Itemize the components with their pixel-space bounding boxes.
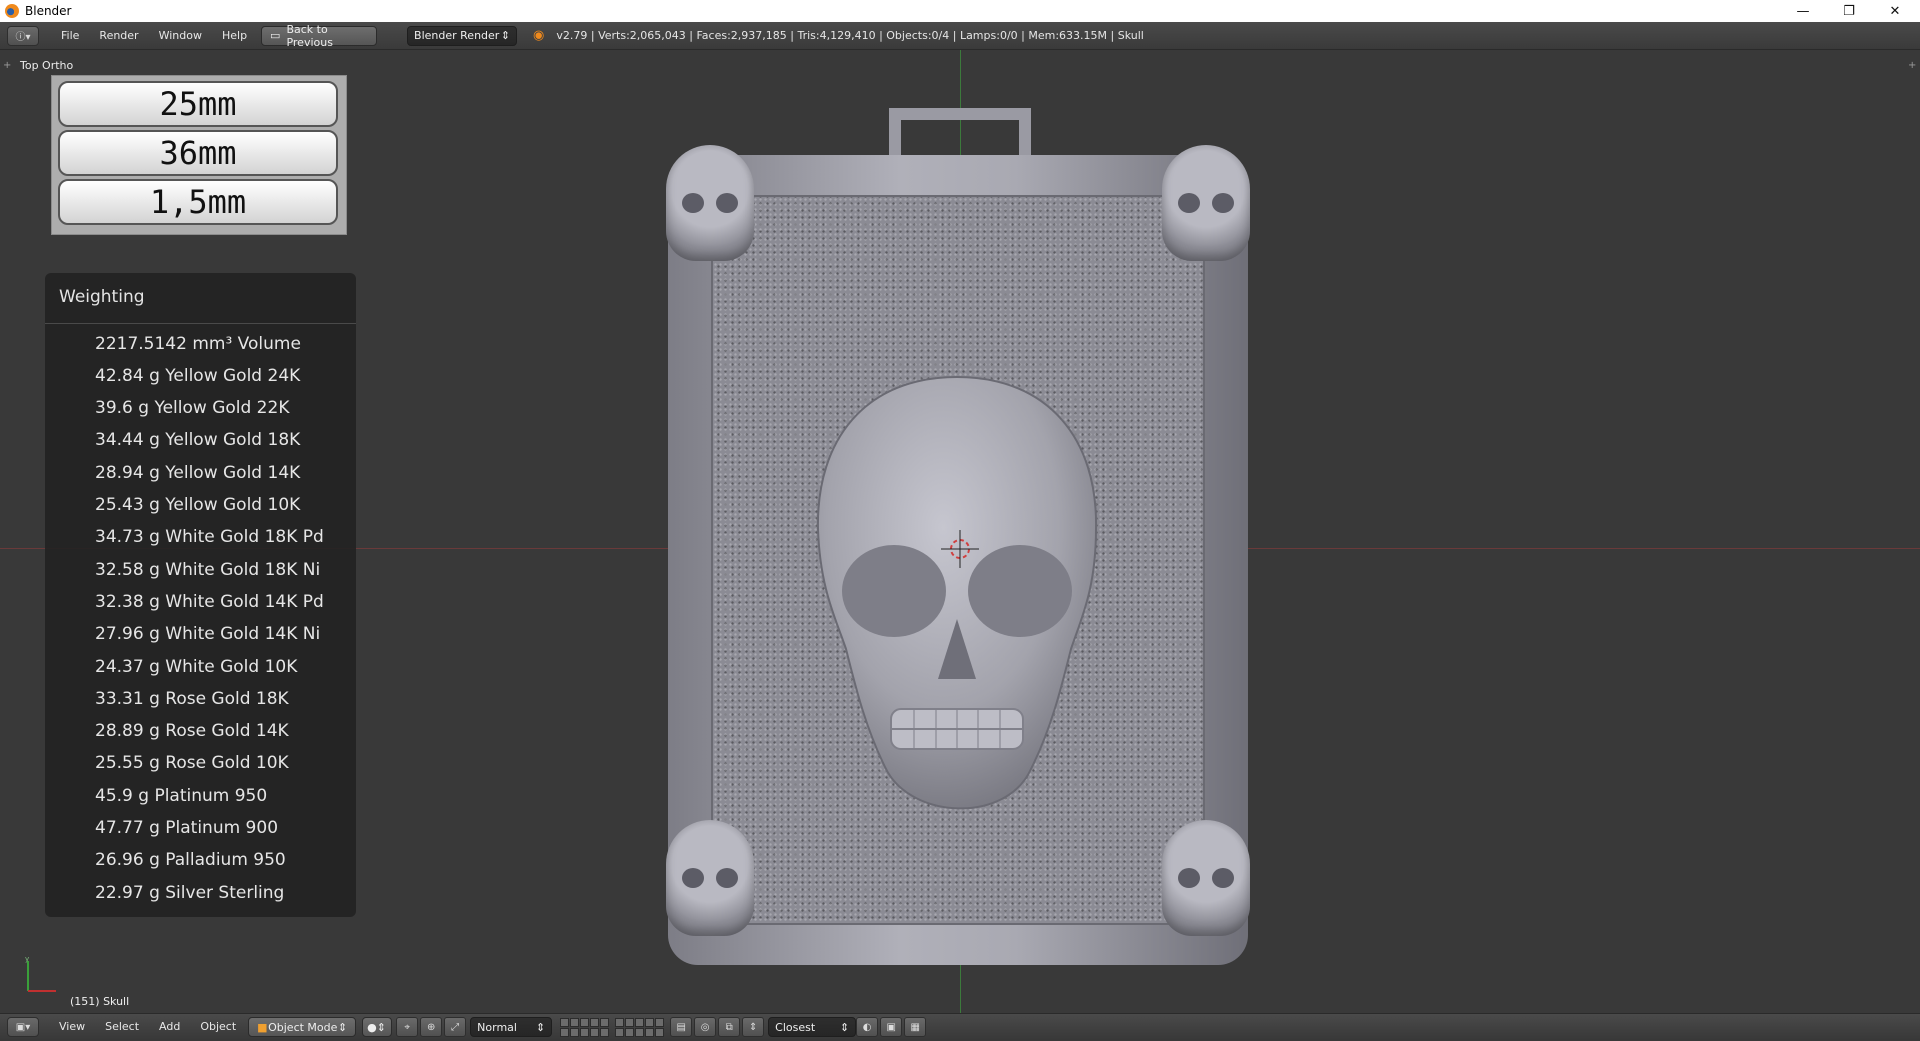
weight-row: 33.31 g Rose Gold 18K — [95, 689, 289, 709]
menu-window[interactable]: Window — [149, 22, 212, 50]
view3d-header: ▣▾ View Select Add Object ■ Object Mode … — [0, 1013, 1920, 1040]
weight-row: 28.94 g Yellow Gold 14K — [95, 463, 301, 483]
3d-cursor-icon[interactable] — [941, 530, 979, 568]
updown-arrow-icon: ⇕ — [535, 1020, 546, 1034]
close-button[interactable]: ✕ — [1872, 0, 1918, 22]
snap-toggle-icon[interactable]: ⧉ — [718, 1017, 741, 1037]
menu-render[interactable]: Render — [89, 22, 148, 50]
manipulator-icon: ⊕ — [426, 1021, 436, 1033]
arrows-icon: ⤢ — [451, 1021, 460, 1033]
weight-row: 32.38 g White Gold 14K Pd — [95, 592, 324, 612]
weighting-title: Weighting — [59, 287, 145, 307]
editor-type-selector[interactable]: ⓘ▾ — [7, 25, 39, 46]
weight-row: 45.9 g Platinum 950 — [95, 786, 268, 806]
back-to-previous-label: Back to Previous — [286, 22, 333, 49]
viewport-icon: ▣▾ — [15, 1021, 31, 1033]
corner-skull-top-right[interactable] — [1162, 145, 1250, 261]
weight-row: 26.96 g Palladium 950 — [95, 850, 286, 870]
weight-row: 25.43 g Yellow Gold 10K — [95, 495, 301, 515]
active-object-label: (151) Skull — [70, 995, 130, 1008]
render-preview-icon[interactable]: ◐ — [856, 1017, 879, 1037]
mode-value: Object Mode — [268, 1020, 338, 1034]
manipulator-toggle[interactable]: ⊕ — [420, 1017, 443, 1037]
layer-lock-icon[interactable]: ▤ — [670, 1017, 693, 1037]
updown-arrow-icon: ⇕ — [500, 29, 511, 42]
mode-select[interactable]: ■ Object Mode ⇕ — [248, 1017, 357, 1037]
object-mode-icon: ■ — [257, 1020, 268, 1034]
menu-file[interactable]: File — [51, 22, 89, 50]
menu-select[interactable]: Select — [95, 1013, 149, 1041]
minimize-button[interactable]: — — [1780, 0, 1826, 22]
orientation-select[interactable]: Normal ⇕ — [470, 1017, 553, 1037]
menu-view[interactable]: View — [49, 1013, 95, 1041]
solid-sphere-icon: ●⇕ — [367, 1020, 386, 1034]
proportional-edit-icon[interactable]: ◎ — [694, 1017, 717, 1037]
dimensions-panel: 25mm 36mm 1,5mm — [51, 75, 347, 235]
weight-row: 42.84 g Yellow Gold 24K — [95, 366, 301, 386]
volume-row: 2217.5142 mm³ Volume — [95, 334, 301, 354]
corner-skull-bottom-right[interactable] — [1162, 820, 1250, 936]
blender-stats-icon: ◉ — [533, 28, 545, 43]
main-skull-relief[interactable] — [806, 369, 1108, 839]
weight-row: 22.97 g Silver Sterling — [95, 883, 285, 903]
weight-row: 34.73 g White Gold 18K Pd — [95, 527, 324, 547]
weight-row: 28.89 g Rose Gold 14K — [95, 721, 289, 741]
snap-target-select[interactable]: Closest ⇕ — [768, 1017, 857, 1037]
editor-type-selector[interactable]: ▣▾ — [7, 1017, 39, 1037]
pivot-icon: ⌖ — [404, 1021, 410, 1033]
snap-target-value: Closest — [775, 1020, 816, 1034]
weight-row: 24.37 g White Gold 10K — [95, 657, 298, 677]
title-bar: Blender — ❐ ✕ — [0, 0, 1920, 22]
screen-icon: ▭ — [270, 29, 281, 42]
dimension-thickness[interactable]: 1,5mm — [58, 179, 338, 225]
weight-row: 32.58 g White Gold 18K Ni — [95, 560, 321, 580]
view-label: Top Ortho — [20, 59, 74, 72]
updown-arrow-icon: ⇕ — [839, 1020, 850, 1034]
weighting-panel: Weighting 2217.5142 mm³ Volume 42.84 g Y… — [45, 273, 356, 917]
info-header: ⓘ▾ File Render Window Help ▭ Back to Pre… — [0, 22, 1920, 50]
scene-statistics: v2.79 | Verts:2,065,043 | Faces:2,937,18… — [556, 29, 1144, 42]
opengl-render-icon[interactable]: ▣ — [880, 1017, 903, 1037]
window-title: Blender — [25, 4, 72, 18]
area-split-handle[interactable]: + — [3, 60, 11, 71]
svg-text:y: y — [25, 955, 29, 963]
3d-viewport[interactable]: Top Ortho + + 25mm 36mm 1,5mm Weighting … — [0, 50, 1920, 1013]
corner-skull-bottom-left[interactable] — [666, 820, 754, 936]
weight-row: 47.77 g Platinum 900 — [95, 818, 279, 838]
orientation-value: Normal — [477, 1020, 517, 1034]
dimension-height[interactable]: 36mm — [58, 130, 338, 176]
axis-gizmo-icon: y — [25, 955, 56, 992]
pivot-point-select[interactable]: ⌖ — [396, 1017, 419, 1037]
scene-layers[interactable] — [560, 1017, 610, 1037]
back-to-previous-button[interactable]: ▭ Back to Previous — [261, 22, 378, 49]
scene-layers-2[interactable] — [615, 1017, 665, 1037]
menu-help[interactable]: Help — [212, 22, 257, 50]
opengl-animation-icon[interactable]: ▦ — [904, 1017, 927, 1037]
weight-row: 25.55 g Rose Gold 10K — [95, 753, 289, 773]
viewport-shading-select[interactable]: ●⇕ — [362, 1017, 393, 1037]
dimension-width[interactable]: 25mm — [58, 81, 338, 127]
restore-button[interactable]: ❐ — [1826, 0, 1872, 22]
menu-add[interactable]: Add — [149, 1013, 190, 1041]
area-split-handle[interactable]: + — [1908, 60, 1916, 71]
transform-orientation-icon[interactable]: ⤢ — [444, 1017, 467, 1037]
render-engine-value: Blender Render — [414, 29, 500, 42]
menu-object[interactable]: Object — [190, 1013, 246, 1041]
render-engine-select[interactable]: Blender Render ⇕ — [407, 25, 518, 46]
weight-row: 39.6 g Yellow Gold 22K — [95, 398, 290, 418]
updown-arrow-icon: ⇕ — [337, 1020, 348, 1034]
weighting-divider — [45, 323, 356, 324]
weight-row: 34.44 g Yellow Gold 18K — [95, 430, 301, 450]
snap-element-icon[interactable]: ⇕ — [742, 1017, 765, 1037]
weight-row: 27.96 g White Gold 14K Ni — [95, 624, 321, 644]
corner-skull-top-left[interactable] — [666, 145, 754, 261]
blender-logo-icon — [5, 4, 19, 18]
info-icon: ⓘ▾ — [15, 32, 31, 43]
